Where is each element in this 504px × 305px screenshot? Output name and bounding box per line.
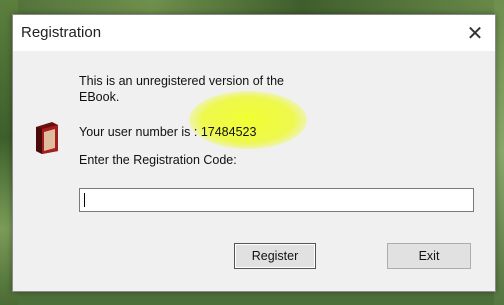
- user-number-value: 17484523: [200, 125, 257, 139]
- close-button[interactable]: ✕: [455, 15, 495, 51]
- registration-code-label: Enter the Registration Code:: [79, 153, 237, 167]
- highlight-marker: [189, 91, 307, 149]
- user-number-row: Your user number is : 17484523: [79, 124, 256, 140]
- desktop-background-top: [0, 0, 504, 14]
- user-number-label: Your user number is :: [79, 125, 201, 139]
- registration-code-input[interactable]: [79, 188, 474, 212]
- close-icon: ✕: [466, 22, 484, 45]
- exit-button[interactable]: Exit: [387, 243, 471, 269]
- dialog-title: Registration: [21, 24, 102, 41]
- register-button[interactable]: Register: [234, 243, 316, 269]
- message-line-1: This is an unregistered version of the: [79, 74, 284, 88]
- book-icon: [36, 122, 58, 154]
- message-line-2: EBook.: [79, 90, 120, 104]
- dialog-titlebar[interactable]: Registration ✕: [13, 15, 495, 51]
- registration-dialog: Registration ✕ This is an unregistered v…: [12, 14, 496, 292]
- text-caret: [84, 193, 85, 207]
